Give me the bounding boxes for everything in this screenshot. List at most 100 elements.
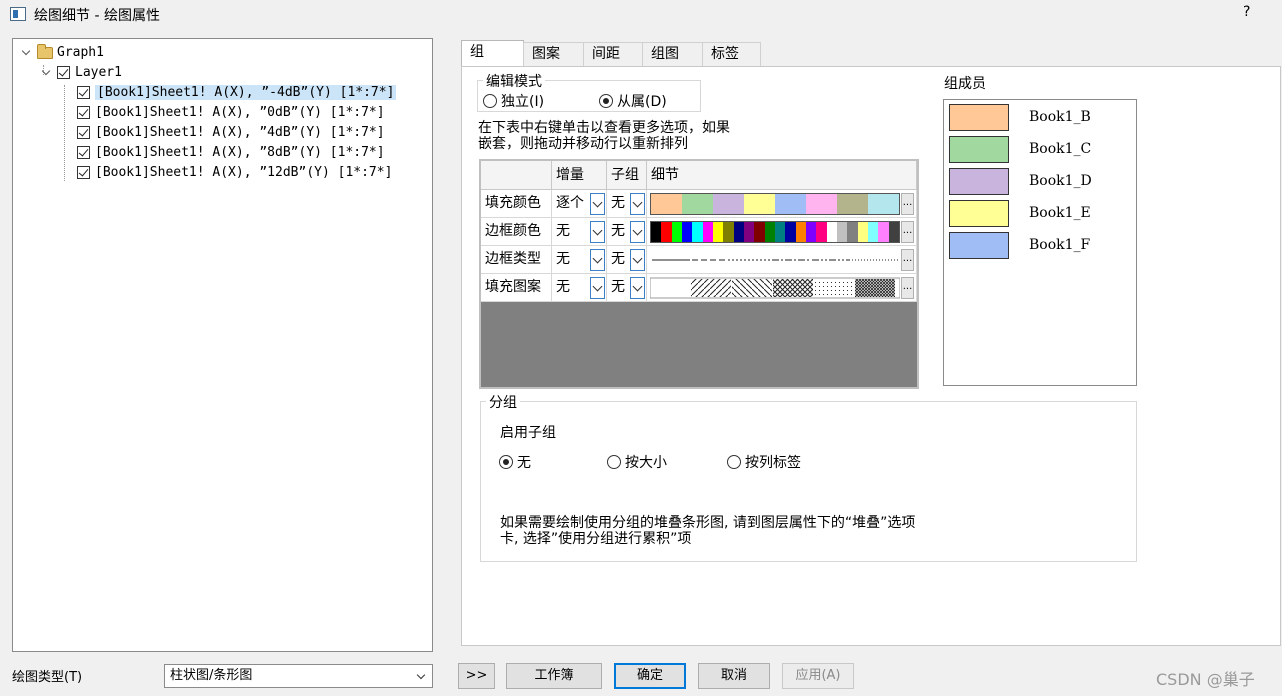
color-swatch	[651, 222, 662, 242]
radio-independent[interactable]: 独立(I)	[483, 91, 544, 111]
plot-tree[interactable]: Graph1 Layer1 [Book1]Sheet1! A(X), ”-4dB…	[12, 38, 433, 652]
plot-checkbox[interactable]	[77, 86, 90, 99]
tree-node-plot[interactable]: [Book1]Sheet1! A(X), ”-4dB”(Y) [1*:7*]	[77, 83, 397, 102]
tab-group-plot[interactable]: 组图	[642, 42, 703, 66]
radio-label: 按列标签	[745, 455, 801, 471]
cancel-button[interactable]: 取消	[698, 663, 770, 689]
radio-circle[interactable]	[483, 94, 497, 108]
plot-checkbox[interactable]	[77, 166, 90, 179]
color-swatch	[702, 222, 713, 242]
tree-node-label: [Book1]Sheet1! A(X), ”8dB”(Y) [1*:7*]	[95, 145, 385, 160]
members-list[interactable]: Book1_B Book1_C Book1_D Book1_E Book1_F	[943, 99, 1137, 386]
line-type-swatches[interactable]	[650, 249, 900, 271]
color-swatch	[764, 222, 775, 242]
color-swatch	[682, 194, 713, 214]
workbook-button[interactable]: 工作簿	[506, 663, 602, 689]
radio-label: 无	[517, 455, 531, 471]
color-swatch	[806, 194, 837, 214]
edit-mode-title: 编辑模式	[483, 71, 545, 91]
border-color-swatches[interactable]	[650, 221, 900, 243]
tree-node-label: [Book1]Sheet1! A(X), ”4dB”(Y) [1*:7*]	[95, 125, 385, 140]
detail-ellipsis-button[interactable]: ...	[901, 249, 914, 271]
color-swatch	[785, 222, 796, 242]
member-name: Book1_E	[1029, 205, 1091, 221]
tab-labels[interactable]: 标签	[702, 42, 761, 66]
tree-node-plot[interactable]: [Book1]Sheet1! A(X), ”8dB”(Y) [1*:7*]	[77, 143, 385, 162]
plot-type-select[interactable]: 柱状图/条形图	[164, 664, 433, 688]
tab-group[interactable]: 组	[461, 40, 524, 67]
tree-node-label: [Book1]Sheet1! A(X), ”-4dB”(Y) [1*:7*]	[95, 85, 397, 100]
expand-button[interactable]: >>	[458, 663, 495, 689]
subgroup-label: 启用子组	[500, 425, 556, 441]
cell-value: 无	[556, 223, 570, 239]
note-line: 如果需要绘制使用分组的堆叠条形图, 请到图层属性下的“堆叠”选项	[500, 515, 916, 531]
radio-circle[interactable]	[607, 455, 621, 469]
color-swatch	[878, 222, 889, 242]
increment-dropdown-button[interactable]	[590, 221, 605, 243]
increment-dropdown-button[interactable]	[590, 249, 605, 271]
subgroup-dropdown-button[interactable]	[630, 193, 645, 215]
layer-checkbox[interactable]	[57, 66, 70, 79]
color-swatch	[671, 222, 682, 242]
tab-pattern[interactable]: 图案	[523, 42, 584, 66]
subgroup-dropdown-button[interactable]	[630, 277, 645, 299]
fill-color-swatches[interactable]	[650, 193, 900, 215]
plot-checkbox[interactable]	[77, 126, 90, 139]
ok-button[interactable]: 确定	[614, 663, 686, 689]
color-swatch	[888, 222, 899, 242]
tree-node-plot[interactable]: [Book1]Sheet1! A(X), ”4dB”(Y) [1*:7*]	[77, 123, 385, 142]
color-swatch	[816, 222, 827, 242]
cell-value: 无	[611, 195, 625, 211]
tree-node-plot[interactable]: [Book1]Sheet1! A(X), ”12dB”(Y) [1*:7*]	[77, 163, 392, 182]
grouping-note: 如果需要绘制使用分组的堆叠条形图, 请到图层属性下的“堆叠”选项 卡, 选择”使…	[500, 515, 915, 547]
member-name: Book1_C	[1029, 141, 1092, 157]
cell-value: 无	[556, 251, 570, 267]
grouping-title: 分组	[486, 392, 520, 412]
radio-by-column-label[interactable]: 按列标签	[727, 452, 801, 472]
color-swatch	[775, 194, 806, 214]
fill-pattern-swatches[interactable]	[650, 277, 900, 299]
member-name: Book1_D	[1029, 173, 1092, 189]
radio-circle[interactable]	[499, 455, 513, 469]
color-swatch	[795, 222, 806, 242]
color-swatch	[723, 222, 734, 242]
increment-dropdown-button[interactable]	[590, 277, 605, 299]
detail-ellipsis-button[interactable]: ...	[901, 277, 914, 299]
subgroup-dropdown-button[interactable]	[630, 221, 645, 243]
radio-label: 独立(I)	[501, 94, 545, 110]
tree-node-plot[interactable]: [Book1]Sheet1! A(X), ”0dB”(Y) [1*:7*]	[77, 103, 385, 122]
color-swatch	[681, 222, 693, 242]
radio-label: 按大小	[625, 455, 667, 471]
chevron-down-icon	[416, 670, 426, 680]
app-icon	[10, 7, 26, 21]
color-swatch	[774, 222, 786, 242]
radio-dependent[interactable]: 从属(D)	[599, 91, 667, 111]
radio-circle[interactable]	[727, 455, 741, 469]
subgroup-dropdown-button[interactable]	[630, 249, 645, 271]
cell-value: 无	[611, 251, 625, 267]
detail-ellipsis-button[interactable]: ...	[901, 221, 914, 243]
cell-value: 无	[611, 279, 625, 295]
tree-node-layer1[interactable]: Layer1	[41, 63, 122, 82]
properties-grid[interactable]: 增量 子组 细节 填充颜色 逐个 无 ... 边框颜色 无 无 ... 边框类型…	[479, 159, 919, 389]
plot-checkbox[interactable]	[77, 106, 90, 119]
help-button[interactable]: ?	[1243, 4, 1250, 20]
window-title: 绘图细节 - 绘图属性	[34, 8, 160, 24]
detail-ellipsis-button[interactable]: ...	[901, 193, 914, 215]
color-swatch	[836, 222, 848, 242]
folder-icon	[37, 43, 53, 59]
color-swatch	[712, 222, 724, 242]
radio-by-size[interactable]: 按大小	[607, 452, 667, 472]
chevron-down-icon[interactable]	[21, 47, 33, 59]
tree-node-graph1[interactable]: Graph1	[21, 43, 104, 62]
apply-button[interactable]: 应用(A)	[782, 663, 854, 689]
radio-none[interactable]: 无	[499, 452, 531, 472]
increment-dropdown-button[interactable]	[590, 193, 605, 215]
plot-checkbox[interactable]	[77, 146, 90, 159]
color-swatch	[857, 222, 868, 242]
chevron-down-icon[interactable]	[41, 67, 53, 79]
members-title: 组成员	[944, 76, 986, 92]
radio-circle[interactable]	[599, 94, 613, 108]
tree-node-label: [Book1]Sheet1! A(X), ”0dB”(Y) [1*:7*]	[95, 105, 385, 120]
tab-spacing[interactable]: 间距	[583, 42, 643, 66]
